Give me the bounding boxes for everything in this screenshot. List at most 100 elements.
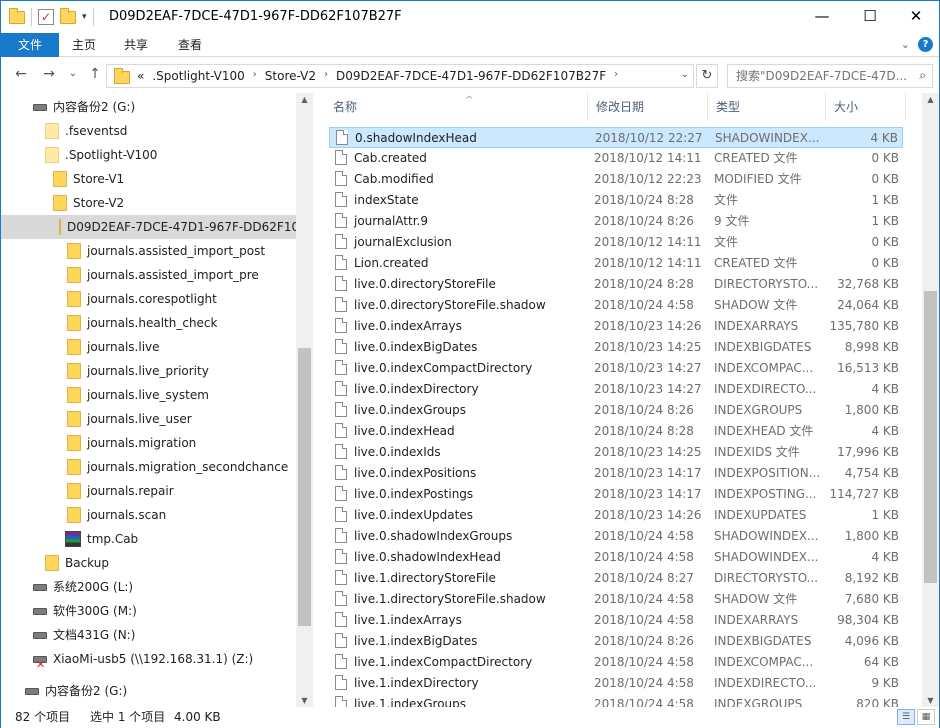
file-row[interactable]: live.1.indexBigDates 2018/10/24 8:26 INDEX… [329,631,903,652]
file-row[interactable]: live.0.indexGroups 2018/10/24 8:26 INDEXGR… [329,400,903,421]
column-header-type[interactable]: 类型 [708,93,826,121]
file-row[interactable]: live.0.indexPositions 2018/10/23 14:17 IND… [329,463,903,484]
tree-item-current-folder[interactable]: D09D2EAF-7DCE-47D1-967F-DD62F107B27F [1,215,313,239]
file-row[interactable]: live.0.indexUpdates 2018/10/23 14:26 INDEX… [329,505,903,526]
file-row[interactable]: Cab.modified 2018/10/12 22:23 MODIFIED 文件 0… [329,169,903,190]
tree-item-folder[interactable]: journals.live_system [67,383,209,407]
tree-item-folder[interactable]: journals.repair [67,479,174,503]
file-list-scrollbar[interactable]: ▲ ▼ [922,93,939,707]
file-row[interactable]: live.1.indexArrays 2018/10/24 4:58 INDEXAR… [329,610,903,631]
file-size: 1 KB [871,508,899,522]
tree-item-archive[interactable]: tmp.Cab [65,527,138,551]
scrollbar-thumb[interactable] [924,291,937,583]
forward-button[interactable]: → [39,66,59,82]
tree-item-drive-g[interactable]: 内容备份2 (G:) [33,95,135,119]
help-icon[interactable]: ? [918,37,933,52]
file-row[interactable]: indexState 2018/10/24 8:28 文件 1 KB [329,190,903,211]
file-row[interactable]: live.1.directoryStoreFile.shadow 2018/10/… [329,589,903,610]
breadcrumb-item[interactable]: D09D2EAF-7DCE-47D1-967F-DD62F107B27F [336,69,606,83]
search-icon[interactable]: ⌕ [919,68,926,83]
file-row[interactable]: live.1.indexDirectory 2018/10/24 4:58 INDE… [329,673,903,694]
details-view-icon[interactable]: ☰ [897,709,915,725]
tree-item-store-v1[interactable]: Store-V1 [53,167,124,191]
tree-item-fseventsd[interactable]: .fseventsd [45,119,127,143]
tab-share[interactable]: 共享 [111,33,161,57]
file-row[interactable]: live.0.indexIds 2018/10/23 14:25 INDEXIDS … [329,442,903,463]
new-folder-icon[interactable] [60,7,76,24]
large-icons-view-icon[interactable]: ▦ [917,709,935,725]
file-row[interactable]: live.1.indexGroups 2018/10/24 4:58 INDEXGR… [329,694,903,707]
tree-item-folder[interactable]: journals.assisted_import_pre [67,263,259,287]
scroll-down-icon[interactable]: ▼ [922,696,939,705]
properties-icon[interactable]: ✓ [38,9,54,25]
search-input[interactable] [728,65,908,87]
file-row[interactable]: Cab.created 2018/10/12 14:11 CREATED 文件 0 K… [329,148,903,169]
tree-item-store-v2[interactable]: Store-V2 [53,191,124,215]
scrollbar-thumb[interactable] [298,348,311,626]
tree-item-spotlight[interactable]: .Spotlight-V100 [45,143,157,167]
maximize-button[interactable]: ☐ [847,1,893,32]
file-date: 2018/10/24 8:28 [594,424,694,438]
scroll-up-icon[interactable]: ▲ [922,95,939,104]
file-row[interactable]: journalExclusion 2018/10/12 14:11 文件 0 KB [329,232,903,253]
tree-item-folder[interactable]: journals.live_user [67,407,192,431]
up-button[interactable]: ↑ [85,66,105,82]
column-header-name[interactable]: 名称 ^ [325,93,588,121]
folder-icon [67,507,81,523]
file-row[interactable]: live.0.indexDirectory 2018/10/23 14:27 IND… [329,379,903,400]
file-row[interactable]: journalAttr.9 2018/10/24 8:26 9 文件 1 KB [329,211,903,232]
column-header-date[interactable]: 修改日期 [588,93,708,121]
file-row[interactable]: live.0.indexArrays 2018/10/23 14:26 INDEXA… [329,316,903,337]
scroll-down-icon[interactable]: ▼ [296,696,313,705]
tree-item-folder[interactable]: journals.live [67,335,160,359]
file-row[interactable]: live.1.directoryStoreFile 2018/10/24 8:27… [329,568,903,589]
search-box[interactable]: ⌕ [727,64,933,88]
tree-item-folder[interactable]: journals.corespotlight [67,287,217,311]
tree-item-drive-l[interactable]: 系统200G (L:) [33,575,133,599]
tree-item-folder[interactable]: journals.health_check [67,311,217,335]
tree-item-folder[interactable]: journals.migration [67,431,196,455]
file-row[interactable]: Lion.created 2018/10/12 14:11 CREATED 文件 0 … [329,253,903,274]
back-button[interactable]: ← [11,66,31,82]
chevron-right-icon[interactable]: › [324,69,328,83]
file-row[interactable]: live.0.shadowIndexHead 2018/10/24 4:58 SHA… [329,547,903,568]
file-row[interactable]: 0.shadowIndexHead 2018/10/12 22:27 SHADOWI… [329,127,903,148]
file-row[interactable]: live.0.shadowIndexGroups 2018/10/24 4:58 S… [329,526,903,547]
tree-item-drive-n[interactable]: 文档431G (N:) [33,623,135,647]
tree-item-folder[interactable]: journals.migration_secondchance [67,455,288,479]
file-row[interactable]: live.0.indexPostings 2018/10/23 14:17 INDE… [329,484,903,505]
file-row[interactable]: live.0.indexCompactDirectory 2018/10/23 1… [329,358,903,379]
column-header-size[interactable]: 大小 [826,93,906,121]
refresh-button[interactable]: ↻ [696,64,718,88]
tree-item-drive-m[interactable]: 软件300G (M:) [33,599,137,623]
tree-item-backup[interactable]: Backup [45,551,109,575]
tree-item-folder[interactable]: journals.scan [67,503,166,527]
address-bar[interactable]: « .Spotlight-V100 › Store-V2 › D09D2EAF-… [106,64,694,88]
close-button[interactable]: ✕ [893,1,939,32]
breadcrumb-overflow[interactable]: « [137,69,144,83]
tree-item-folder[interactable]: journals.live_priority [67,359,209,383]
tab-file[interactable]: 文件 [1,33,59,57]
folder-icon [9,7,25,24]
file-row[interactable]: live.0.directoryStoreFile 2018/10/24 8:28… [329,274,903,295]
file-row[interactable]: live.1.indexCompactDirectory 2018/10/24 4… [329,652,903,673]
recent-locations-button[interactable]: ⌄ [63,68,83,79]
file-row[interactable]: live.0.indexHead 2018/10/24 8:28 INDEXHEAD… [329,421,903,442]
customize-toolbar-icon[interactable]: ▾ [82,12,87,22]
file-row[interactable]: live.0.indexBigDates 2018/10/23 14:25 INDE… [329,337,903,358]
breadcrumb-item[interactable]: Store-V2 [265,69,316,83]
expand-ribbon-icon[interactable]: ⌄ [901,38,910,51]
chevron-down-icon[interactable]: ⌄ [681,69,689,80]
scroll-up-icon[interactable]: ▲ [296,95,313,104]
tab-view[interactable]: 查看 [165,33,215,57]
navigation-pane-scrollbar[interactable]: ▲ ▼ [296,93,313,707]
tab-home[interactable]: 主页 [59,33,109,57]
breadcrumb-item[interactable]: .Spotlight-V100 [152,69,244,83]
tree-item-drive-g-root[interactable]: 内容备份2 (G:) [25,679,127,703]
tree-item-network-drive-z[interactable]: XiaoMi-usb5 (\\192.168.31.1) (Z:) [33,647,253,677]
file-row[interactable]: live.0.directoryStoreFile.shadow 2018/10/… [329,295,903,316]
tree-item-folder[interactable]: journals.assisted_import_post [67,239,265,263]
chevron-right-icon[interactable]: › [614,69,618,83]
chevron-right-icon[interactable]: › [253,69,257,83]
minimize-button[interactable]: — [799,1,845,32]
